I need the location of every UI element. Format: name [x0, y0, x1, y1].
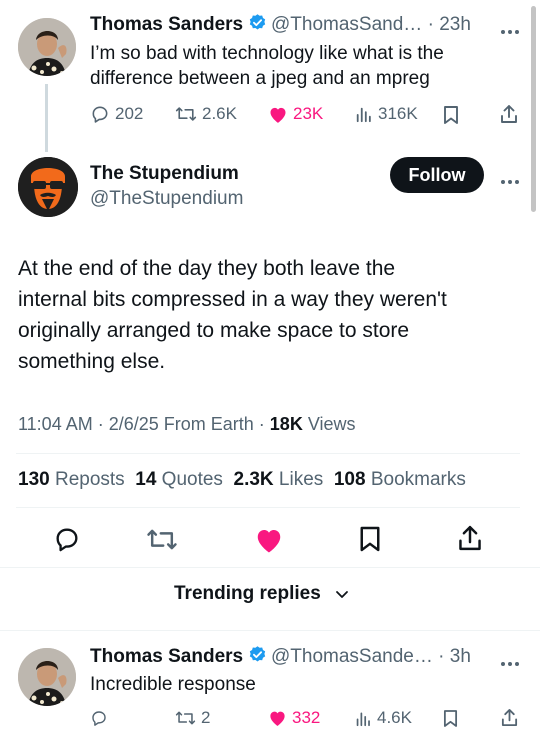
heart-filled-icon: [270, 711, 285, 726]
reply-count: 202: [115, 104, 144, 123]
like-button[interactable]: 332: [268, 708, 320, 728]
author-handle[interactable]: @TheStupendium: [90, 188, 243, 210]
views-count: 316K: [378, 104, 418, 123]
timestamp[interactable]: 3h: [450, 646, 471, 667]
repost-button[interactable]: 2: [175, 708, 210, 728]
follow-button[interactable]: Follow: [390, 157, 484, 193]
parent-tweet-avatar[interactable]: [18, 18, 76, 76]
analytics-icon: [356, 712, 370, 726]
author-handle[interactable]: @ThomasSande…: [271, 646, 433, 667]
divider: [16, 453, 520, 454]
more-options-icon[interactable]: [500, 654, 520, 672]
heart-filled-icon[interactable]: [254, 526, 284, 559]
views-button[interactable]: 316K: [355, 104, 418, 124]
scrollbar[interactable]: [531, 6, 536, 212]
share-icon[interactable]: [499, 103, 519, 130]
tweet-meta: 11:04 AM · 2/6/25 From Earth · 18K Views: [18, 414, 356, 435]
repost-button[interactable]: 2.6K: [175, 104, 237, 124]
analytics-icon: [356, 107, 371, 123]
author-name[interactable]: Thomas Sanders: [90, 14, 243, 35]
tweet-text-line: internal bits compressed in a way they w…: [18, 288, 447, 311]
reposts-label: Reposts: [54, 469, 125, 490]
engagement-stats: 130 Reposts 14 Quotes 2.3K Likes 108 Boo…: [18, 469, 466, 491]
reply-icon: [92, 106, 108, 123]
tweet-text-line: I’m so bad with technology like what is …: [90, 43, 444, 64]
main-tweet-avatar[interactable]: [18, 157, 78, 217]
verified-badge-icon: [248, 645, 267, 669]
tweet-text-line: something else.: [18, 350, 166, 373]
bookmarks-label: Bookmarks: [370, 469, 466, 490]
views-count: 18K: [269, 414, 303, 434]
dot-separator: ·: [432, 646, 450, 667]
views-button[interactable]: 4.6K: [355, 708, 412, 728]
reposts-count: 130: [18, 469, 50, 490]
views-label: Views: [307, 414, 356, 434]
author-name[interactable]: Thomas Sanders: [90, 646, 243, 667]
share-icon[interactable]: [456, 523, 484, 558]
author-handle[interactable]: @ThomasSand…: [271, 14, 422, 35]
divider: [0, 630, 540, 631]
repost-count: 2: [201, 708, 211, 727]
chevron-down-icon: [335, 590, 348, 598]
reposts-stat[interactable]: 130 Reposts: [18, 469, 125, 490]
divider: [0, 567, 540, 568]
trending-replies-label: Trending replies: [174, 583, 321, 604]
reply-tweet-header: Thomas Sanders @ThomasSande… · 3h: [90, 645, 471, 669]
parent-tweet-header: Thomas Sanders @ThomasSand… · 23h: [90, 13, 471, 37]
quotes-stat[interactable]: 14 Quotes: [135, 469, 223, 490]
likes-stat[interactable]: 2.3K Likes: [234, 469, 324, 490]
tweet-text-line: At the end of the day they both leave th…: [18, 257, 396, 280]
repost-icon[interactable]: [146, 526, 178, 558]
tweet-text-line: originally arranged to make space to sto…: [18, 319, 410, 342]
timestamp-date[interactable]: 11:04 AM · 2/6/25 From Earth ·: [18, 414, 265, 434]
reply-button[interactable]: [90, 709, 108, 732]
verified-badge-icon: [248, 13, 267, 37]
heart-filled-icon: [270, 107, 286, 123]
repost-icon: [175, 107, 197, 121]
timestamp[interactable]: 23h: [439, 14, 471, 35]
more-options-icon[interactable]: [500, 22, 520, 40]
views-count: 4.6K: [377, 708, 412, 727]
like-button[interactable]: 23K: [268, 104, 323, 124]
like-count: 332: [292, 708, 321, 727]
repost-count: 2.6K: [202, 104, 237, 123]
dot-separator: ·: [422, 14, 440, 35]
reply-tweet-avatar[interactable]: [18, 648, 76, 706]
quotes-label: Quotes: [161, 469, 223, 490]
bookmarks-stat[interactable]: 108 Bookmarks: [334, 469, 466, 490]
bookmarks-count: 108: [333, 469, 366, 490]
thread-line: [45, 84, 48, 152]
likes-label: Likes: [278, 469, 324, 490]
reply-tweet-text: Incredible response: [90, 674, 256, 695]
likes-count: 2.3K: [233, 469, 274, 490]
like-count: 23K: [293, 104, 324, 123]
bookmark-icon[interactable]: [443, 709, 458, 733]
main-tweet-text: At the end of the day they both leave th…: [18, 253, 447, 377]
parent-tweet-text: I’m so bad with technology like what is …: [90, 41, 444, 91]
trending-replies-dropdown[interactable]: Trending replies: [174, 583, 349, 605]
tweet-text-line: difference between a jpeg and an mpreg: [90, 68, 430, 89]
repost-icon: [175, 711, 196, 725]
reply-button[interactable]: 202: [90, 104, 143, 124]
more-options-icon[interactable]: [500, 172, 520, 190]
bookmark-icon[interactable]: [359, 525, 381, 558]
share-icon[interactable]: [500, 707, 519, 733]
reply-icon: [92, 711, 106, 726]
bookmark-icon[interactable]: [443, 105, 459, 130]
quotes-count: 14: [135, 469, 157, 490]
divider: [16, 507, 520, 508]
author-name[interactable]: The Stupendium: [90, 163, 243, 185]
main-tweet-author: The Stupendium @TheStupendium: [90, 163, 243, 210]
reply-icon[interactable]: [53, 525, 81, 558]
